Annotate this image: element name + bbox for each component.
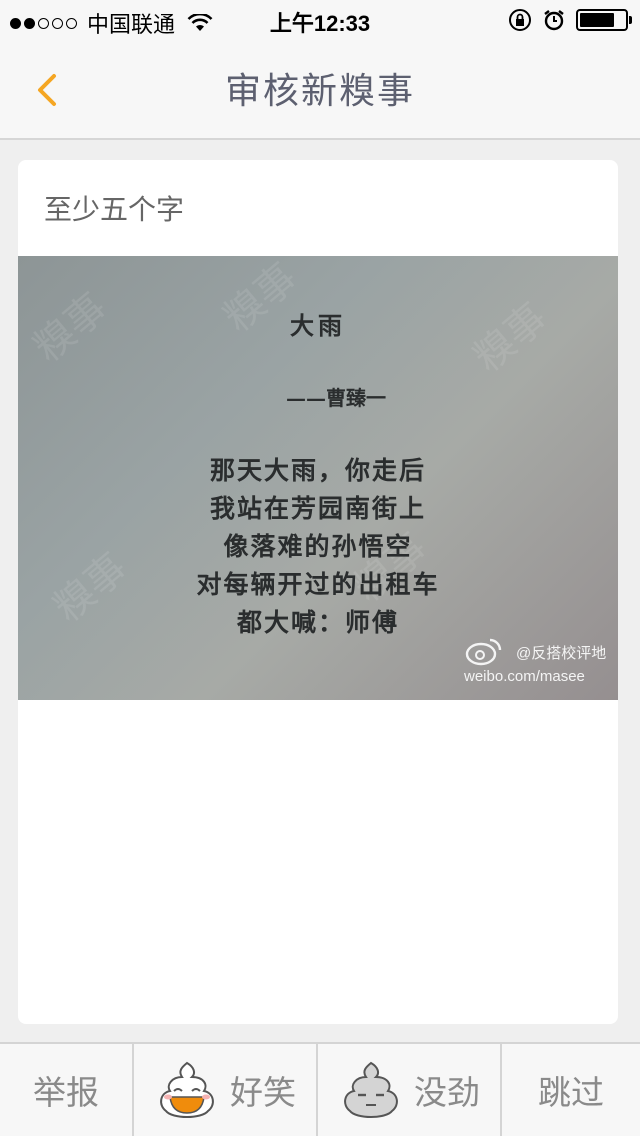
post-text: 至少五个字 — [44, 193, 185, 226]
post-image[interactable]: 糗事 糗事 糗事 糗事 糗事 大雨 ——曹臻一 那天大雨，你走后 我站在芳园南街… — [18, 256, 618, 700]
funny-label: 好笑 — [230, 1073, 296, 1112]
battery-icon — [576, 9, 632, 31]
navigation-bar: 审核新糗事 — [0, 40, 640, 140]
status-bar: 中国联通 上午12:33 — [0, 0, 640, 40]
alarm-icon — [544, 10, 564, 31]
page-title: 审核新糗事 — [224, 71, 415, 112]
post-card: 至少五个字 糗事 糗事 糗事 糗事 糗事 大雨 ——曹臻一 那天大雨，你走后 我… — [18, 160, 618, 1024]
skip-label: 跳过 — [538, 1073, 604, 1112]
poem-line: 我站在芳园南街上 — [209, 494, 426, 523]
poem-line: 像落难的孙悟空 — [223, 532, 413, 561]
weibo-logo-icon — [465, 638, 502, 666]
status-right — [508, 8, 632, 32]
boring-button[interactable]: 没劲 — [318, 1044, 502, 1136]
skip-button[interactable]: 跳过 — [502, 1044, 640, 1136]
funny-button[interactable]: 好笑 — [134, 1044, 318, 1136]
happy-poop-icon — [160, 1061, 214, 1118]
report-label: 举报 — [33, 1073, 99, 1112]
poem-line: 对每辆开过的出租车 — [196, 570, 440, 599]
report-button[interactable]: 举报 — [0, 1044, 134, 1136]
poem-line: 那天大雨，你走后 — [209, 456, 426, 485]
poem-title: 大雨 — [290, 311, 346, 340]
bored-poop-icon — [344, 1061, 398, 1118]
watermark-handle: @反搭校评地 — [516, 645, 607, 662]
action-bar: 举报 好笑 没劲 跳过 — [0, 1042, 640, 1136]
orientation-lock-icon — [509, 9, 531, 31]
poem-lines: 那天大雨，你走后 我站在芳园南街上 像落难的孙悟空 对每辆开过的出租车 都大喊：… — [18, 452, 618, 642]
boring-label: 没劲 — [414, 1073, 480, 1112]
poem-author: ——曹臻一 — [286, 386, 386, 410]
poem-line: 都大喊：师傅 — [236, 608, 399, 637]
watermark-url: weibo.com/masee — [464, 668, 585, 685]
